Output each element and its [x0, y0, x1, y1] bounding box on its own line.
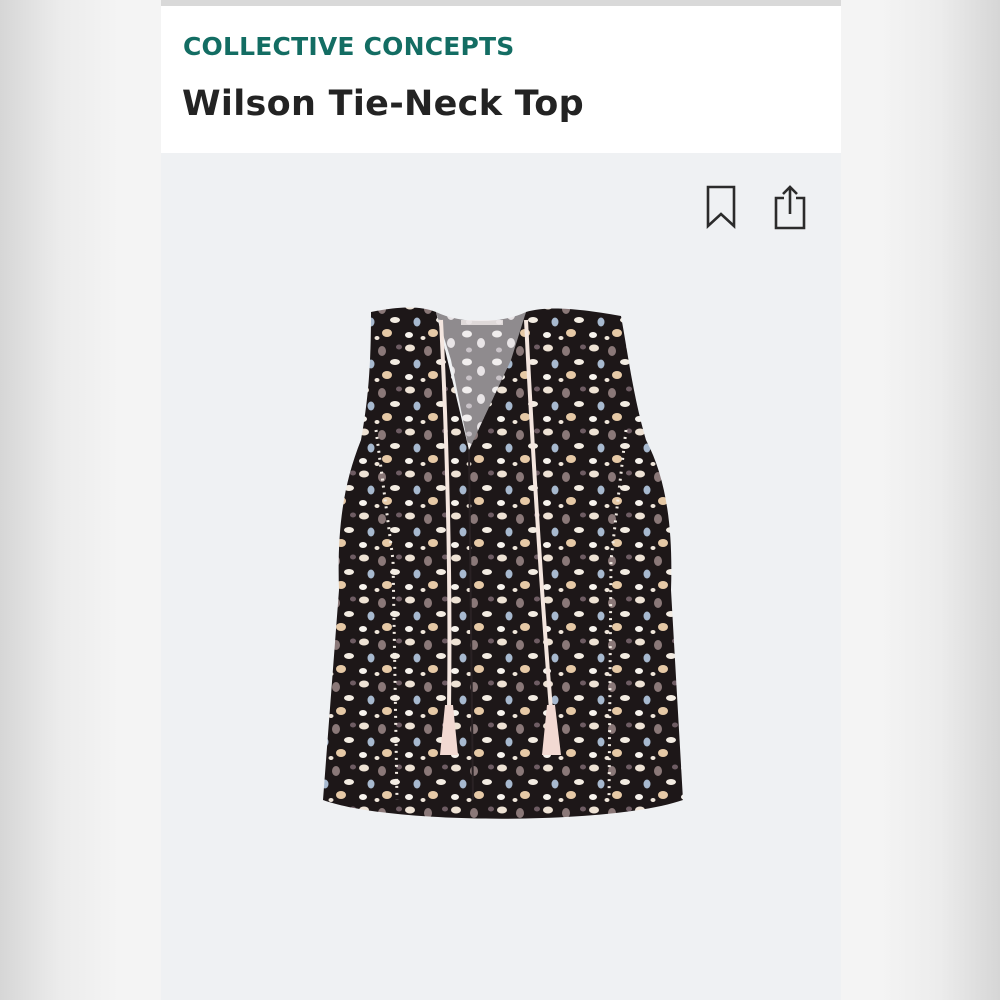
bookmark-button[interactable] [701, 183, 741, 231]
product-card: COLLECTIVE CONCEPTS Wilson Tie-Neck Top [161, 0, 841, 1000]
product-header: COLLECTIVE CONCEPTS Wilson Tie-Neck Top [161, 0, 841, 153]
share-icon [774, 185, 806, 230]
share-button[interactable] [770, 183, 810, 231]
product-title: Wilson Tie-Neck Top [182, 84, 584, 124]
product-image[interactable] [311, 300, 691, 860]
brand-name[interactable]: COLLECTIVE CONCEPTS [183, 32, 515, 61]
bookmark-icon [706, 185, 736, 229]
